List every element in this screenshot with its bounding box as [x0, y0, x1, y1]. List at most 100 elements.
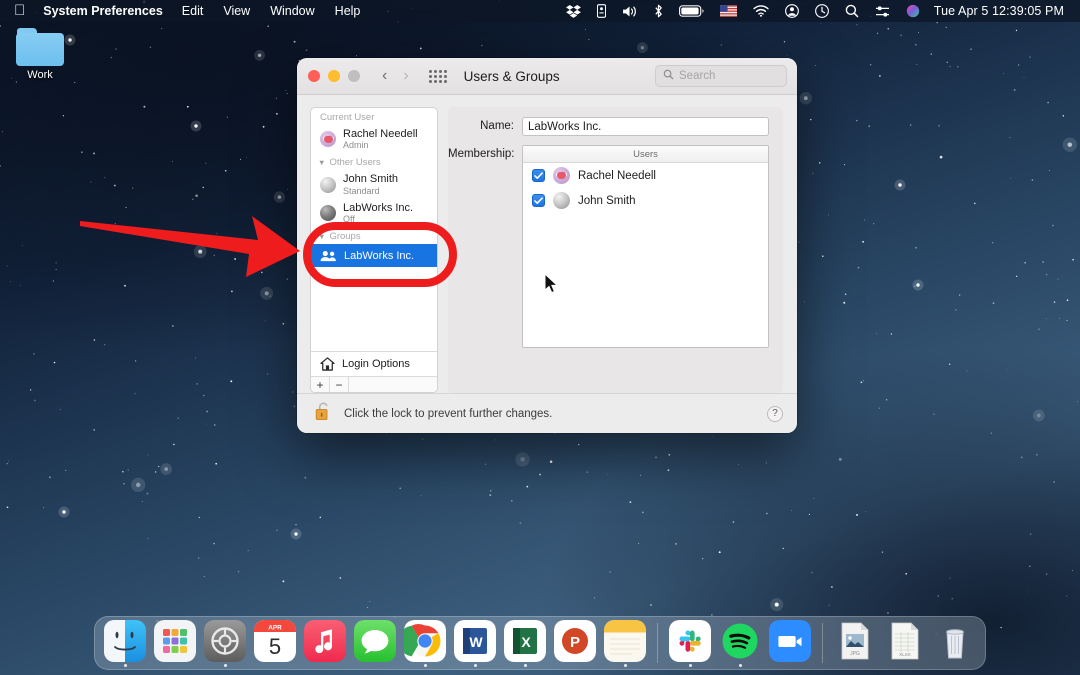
user-account-icon[interactable] — [777, 0, 807, 22]
dock[interactable]: APR 5 — [94, 616, 986, 670]
siri-icon[interactable] — [898, 0, 928, 22]
dock-item-messages[interactable] — [353, 620, 397, 667]
remove-user-button[interactable]: − — [330, 377, 349, 392]
sidebar-item-labworks-inc[interactable]: LabWorks Inc. — [311, 244, 437, 267]
dock-item-word[interactable]: W — [453, 620, 497, 667]
control-center-icon[interactable] — [867, 0, 898, 22]
running-dot — [274, 664, 277, 667]
wifi-icon[interactable] — [745, 0, 777, 22]
dock-item-chrome[interactable] — [403, 620, 447, 667]
running-dot — [789, 664, 792, 667]
table-row[interactable]: John Smith — [523, 188, 768, 213]
time-machine-icon[interactable] — [807, 0, 837, 22]
group-icon — [320, 250, 337, 262]
running-dot — [374, 664, 377, 667]
desktop-folder-work[interactable]: Work — [8, 28, 72, 81]
volume-icon[interactable] — [614, 0, 646, 22]
login-options-label: Login Options — [342, 358, 410, 370]
zoom-button[interactable] — [348, 70, 360, 82]
dock-item-notes[interactable] — [603, 620, 647, 667]
trash-icon — [934, 620, 976, 662]
unlocked-padlock-icon[interactable] — [315, 401, 332, 427]
folder-icon — [16, 28, 64, 66]
finder-icon — [104, 620, 146, 662]
dock-item-xlsx-file[interactable]: XLSX — [883, 620, 927, 667]
calendar-icon: APR 5 — [254, 620, 296, 662]
dock-item-system-preferences[interactable] — [203, 620, 247, 667]
menu-system-preferences[interactable]: System Preferences — [34, 0, 172, 22]
group-name-input[interactable]: LabWorks Inc. — [522, 117, 769, 136]
menu-edit[interactable]: Edit — [172, 0, 214, 22]
sidebar-item-text: LabWorks Inc. Off — [343, 202, 413, 224]
membership-table[interactable]: Users Rachel Needell — [522, 145, 769, 348]
minimize-button[interactable] — [328, 70, 340, 82]
name-field-row: Name: LabWorks Inc. — [448, 117, 769, 136]
bluetooth-icon[interactable] — [646, 0, 671, 22]
svg-text:W: W — [469, 634, 483, 650]
menu-window[interactable]: Window — [260, 0, 324, 22]
dropbox-icon[interactable] — [558, 0, 589, 22]
gray-avatar — [553, 192, 570, 209]
menu-help[interactable]: Help — [325, 0, 371, 22]
window-titlebar[interactable]: ‹ › Users & Groups Search — [297, 58, 797, 95]
search-input[interactable]: Search — [655, 65, 787, 87]
sidebar-item-guest-user[interactable]: LabWorks Inc. Off — [311, 199, 437, 227]
users-sidebar[interactable]: Current User Rachel Needell Admin ▼ Othe… — [310, 107, 438, 393]
forward-button[interactable]: › — [403, 68, 408, 84]
rachel-avatar — [320, 131, 336, 147]
menu-bar:  System Preferences Edit View Window He… — [0, 0, 1080, 22]
slack-icon — [669, 620, 711, 662]
running-dot — [174, 664, 177, 667]
keyboard-flag-icon[interactable] — [712, 0, 745, 22]
add-user-button[interactable]: + — [311, 377, 330, 392]
dock-item-music[interactable] — [303, 620, 347, 667]
svg-text:JPG: JPG — [850, 651, 860, 657]
device-icon[interactable] — [589, 0, 614, 22]
member-checkbox-rachel-needell[interactable] — [532, 169, 545, 182]
dock-item-slack[interactable] — [668, 620, 712, 667]
lock-bar: Click the lock to prevent further change… — [297, 393, 797, 433]
dock-item-jpg-file[interactable]: JPG — [833, 620, 877, 667]
dock-item-spotify[interactable] — [718, 620, 762, 667]
sidebar-section-other-users[interactable]: ▼ Other Users — [311, 153, 437, 170]
back-button[interactable]: ‹ — [382, 68, 387, 84]
search-icon[interactable] — [837, 0, 867, 22]
running-dot — [624, 664, 627, 667]
dock-item-finder[interactable] — [103, 620, 147, 667]
close-button[interactable] — [308, 70, 320, 82]
users-and-groups-window[interactable]: ‹ › Users & Groups Search Current U — [297, 58, 797, 433]
dock-item-calendar[interactable]: APR 5 — [253, 620, 297, 667]
dock-item-excel[interactable]: X — [503, 620, 547, 667]
jpg-file-icon: JPG — [834, 620, 876, 662]
dock-item-powerpoint[interactable]: P — [553, 620, 597, 667]
sidebar-footer: + − — [311, 376, 437, 392]
member-name: John Smith — [578, 195, 636, 207]
show-all-icon[interactable] — [429, 70, 447, 83]
running-dot — [904, 664, 907, 667]
member-checkbox-john-smith[interactable] — [532, 194, 545, 207]
sidebar-section-groups[interactable]: ▼ Groups — [311, 227, 437, 244]
sidebar-item-login-options[interactable]: Login Options — [311, 351, 437, 376]
running-dot — [854, 664, 857, 667]
menubar-clock[interactable]: Tue Apr 5 12:39:05 PM — [928, 4, 1070, 18]
home-icon — [319, 357, 335, 371]
chevron-down-icon: ▼ — [318, 158, 325, 167]
membership-table-header: Users — [523, 146, 768, 163]
help-button[interactable]: ? — [767, 406, 783, 422]
sidebar-item-name: LabWorks Inc. — [344, 250, 414, 262]
sysprefs-icon — [204, 620, 246, 662]
sidebar-item-text: John Smith Standard — [343, 173, 398, 195]
desktop[interactable]:  System Preferences Edit View Window He… — [0, 0, 1080, 675]
battery-icon[interactable] — [671, 0, 712, 22]
sidebar-item-john-smith[interactable]: John Smith Standard — [311, 170, 437, 198]
sidebar-scroll-area: Current User Rachel Needell Admin ▼ Othe… — [311, 108, 437, 351]
table-row[interactable]: Rachel Needell — [523, 163, 768, 188]
membership-row: Membership: Users Rachel Needell — [448, 145, 769, 348]
mouse-pointer — [544, 273, 559, 295]
apple-menu-icon[interactable]:  — [10, 0, 34, 22]
menu-view[interactable]: View — [213, 0, 260, 22]
dock-item-zoom[interactable] — [768, 620, 812, 667]
sidebar-item-rachel-needell[interactable]: Rachel Needell Admin — [311, 125, 437, 153]
dock-item-trash[interactable] — [933, 620, 977, 667]
dock-item-launchpad[interactable] — [153, 620, 197, 667]
